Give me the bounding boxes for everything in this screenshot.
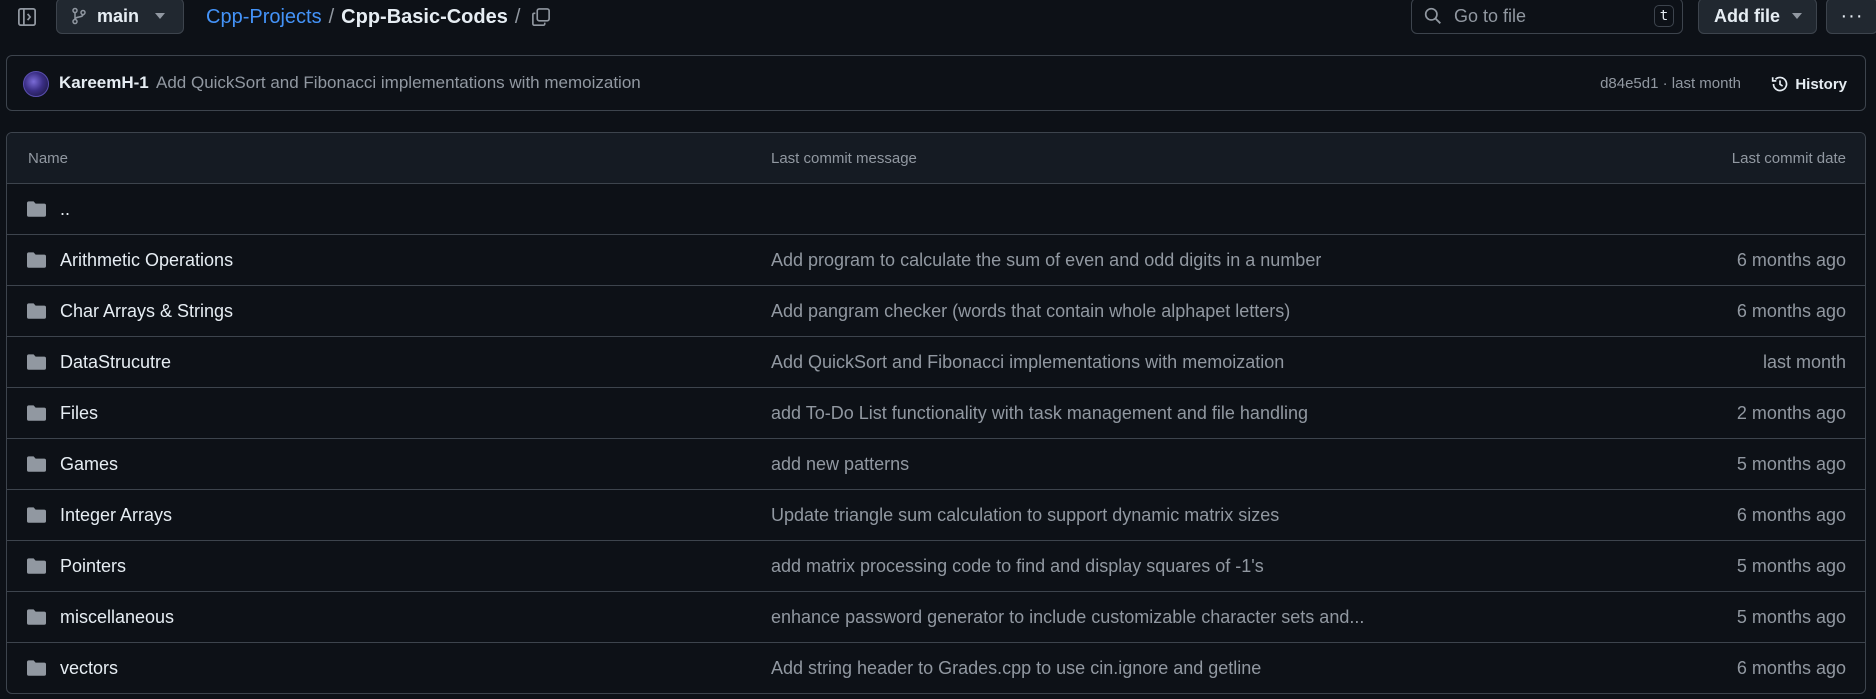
folder-icon	[27, 405, 46, 426]
history-button[interactable]: History	[1771, 70, 1847, 98]
column-header-name: Name	[28, 150, 69, 167]
folder-name-link[interactable]: Pointers	[60, 556, 126, 577]
commit-date: 2 months ago	[1736, 403, 1846, 423]
table-row[interactable]: Games add new patterns 5 months ago	[7, 439, 1865, 490]
add-file-button[interactable]: Add file	[1698, 0, 1817, 34]
commit-author-link[interactable]: KareemH-1	[59, 73, 149, 93]
commit-hash-and-time[interactable]: d84e5d1 · last month	[1600, 75, 1741, 92]
chevron-down-icon	[155, 13, 165, 19]
branch-selector-button[interactable]: main	[56, 0, 184, 34]
history-icon	[1772, 76, 1788, 92]
copy-path-button[interactable]	[526, 2, 556, 32]
breadcrumb-separator: /	[328, 5, 335, 28]
parent-directory-link[interactable]: ..	[60, 199, 70, 220]
copy-icon	[532, 8, 550, 26]
commit-date: 6 months ago	[1736, 301, 1846, 321]
folder-icon	[27, 303, 46, 324]
commit-date: 5 months ago	[1736, 607, 1846, 627]
table-header: Name Last commit message Last commit dat…	[7, 133, 1865, 184]
folder-name-link[interactable]: miscellaneous	[60, 607, 174, 628]
commit-message-link[interactable]: Add pangram checker (words that contain …	[771, 301, 1290, 322]
table-row[interactable]: Arithmetic Operations Add program to calc…	[7, 235, 1865, 286]
folder-name-link[interactable]: Integer Arrays	[60, 505, 172, 526]
git-branch-icon	[72, 7, 86, 25]
folder-icon	[27, 456, 46, 477]
top-bar: main Cpp-Projects / Cpp-Basic-Codes / t …	[0, 0, 1876, 34]
avatar[interactable]	[23, 71, 49, 97]
column-header-commit-date: Last commit date	[1731, 150, 1846, 167]
folder-icon	[27, 507, 46, 528]
commit-date: 5 months ago	[1736, 454, 1846, 474]
folder-icon	[27, 354, 46, 375]
commit-message-link[interactable]: Add QuickSort and Fibonacci implementati…	[771, 352, 1284, 373]
commit-message-link[interactable]: Update triangle sum calculation to suppo…	[771, 505, 1279, 526]
commit-date: 6 months ago	[1736, 250, 1846, 270]
side-panel-icon	[18, 8, 36, 26]
commit-message-link[interactable]: add matrix processing code to find and d…	[771, 556, 1264, 577]
table-row[interactable]: miscellaneous enhance password generator …	[7, 592, 1865, 643]
commit-message-link[interactable]: Add string header to Grades.cpp to use c…	[771, 658, 1261, 679]
folder-icon	[27, 660, 46, 681]
column-header-commit-message: Last commit message	[771, 150, 917, 167]
chevron-down-icon	[1792, 13, 1802, 19]
go-to-file-input[interactable]	[1452, 4, 1642, 28]
breadcrumb-repo-link[interactable]: Cpp-Projects	[206, 6, 322, 29]
history-label: History	[1795, 75, 1847, 93]
table-row[interactable]: Pointers add matrix processing code to fi…	[7, 541, 1865, 592]
more-options-button[interactable]: ···	[1826, 0, 1876, 34]
commit-date: 6 months ago	[1736, 658, 1846, 678]
breadcrumb-current-folder: Cpp-Basic-Codes	[341, 5, 508, 28]
table-body: .. Arithmetic Operations Add program to ca…	[7, 184, 1865, 693]
go-to-file-search[interactable]: t	[1411, 0, 1683, 34]
commit-message-link[interactable]: add To-Do List functionality with task m…	[771, 403, 1308, 424]
branch-name: main	[97, 5, 140, 26]
commit-date: 5 months ago	[1736, 556, 1846, 576]
commit-message-link[interactable]: enhance password generator to include cu…	[771, 607, 1364, 628]
table-row[interactable]: ..	[7, 184, 1865, 235]
folder-name-link[interactable]: Games	[60, 454, 118, 475]
side-panel-toggle-button[interactable]	[12, 2, 42, 32]
keyboard-shortcut-hint: t	[1654, 5, 1674, 27]
breadcrumb-trailing-separator: /	[514, 5, 521, 28]
folder-icon	[27, 609, 46, 630]
breadcrumb: Cpp-Projects / Cpp-Basic-Codes /	[206, 3, 527, 31]
commit-date: last month	[1762, 352, 1846, 372]
commit-date: 6 months ago	[1736, 505, 1846, 525]
table-row[interactable]: DataStrucutre Add QuickSort and Fibonacci…	[7, 337, 1865, 388]
table-row[interactable]: Files add To-Do List functionality with t…	[7, 388, 1865, 439]
commit-message-link[interactable]: add new patterns	[771, 454, 909, 475]
folder-name-link[interactable]: DataStrucutre	[60, 352, 171, 373]
table-row[interactable]: Integer Arrays Update triangle sum calcul…	[7, 490, 1865, 541]
folder-name-link[interactable]: Files	[60, 403, 98, 424]
add-file-label: Add file	[1714, 5, 1780, 26]
folder-name-link[interactable]: vectors	[60, 658, 118, 679]
commit-message-link[interactable]: Add QuickSort and Fibonacci implementati…	[156, 73, 641, 93]
folder-name-link[interactable]: Arithmetic Operations	[60, 250, 233, 271]
table-row[interactable]: Char Arrays & Strings Add pangram checker…	[7, 286, 1865, 337]
folder-icon	[27, 558, 46, 579]
folder-icon	[27, 252, 46, 273]
latest-commit-bar: KareemH-1 Add QuickSort and Fibonacci im…	[6, 55, 1866, 111]
folder-name-link[interactable]: Char Arrays & Strings	[60, 301, 233, 322]
file-table: Name Last commit message Last commit dat…	[6, 132, 1866, 694]
search-icon	[1424, 7, 1441, 24]
table-row[interactable]: vectors Add string header to Grades.cpp t…	[7, 643, 1865, 693]
folder-icon	[27, 201, 46, 222]
commit-message-link[interactable]: Add program to calculate the sum of even…	[771, 250, 1321, 271]
kebab-horizontal-icon: ···	[1840, 4, 1864, 27]
